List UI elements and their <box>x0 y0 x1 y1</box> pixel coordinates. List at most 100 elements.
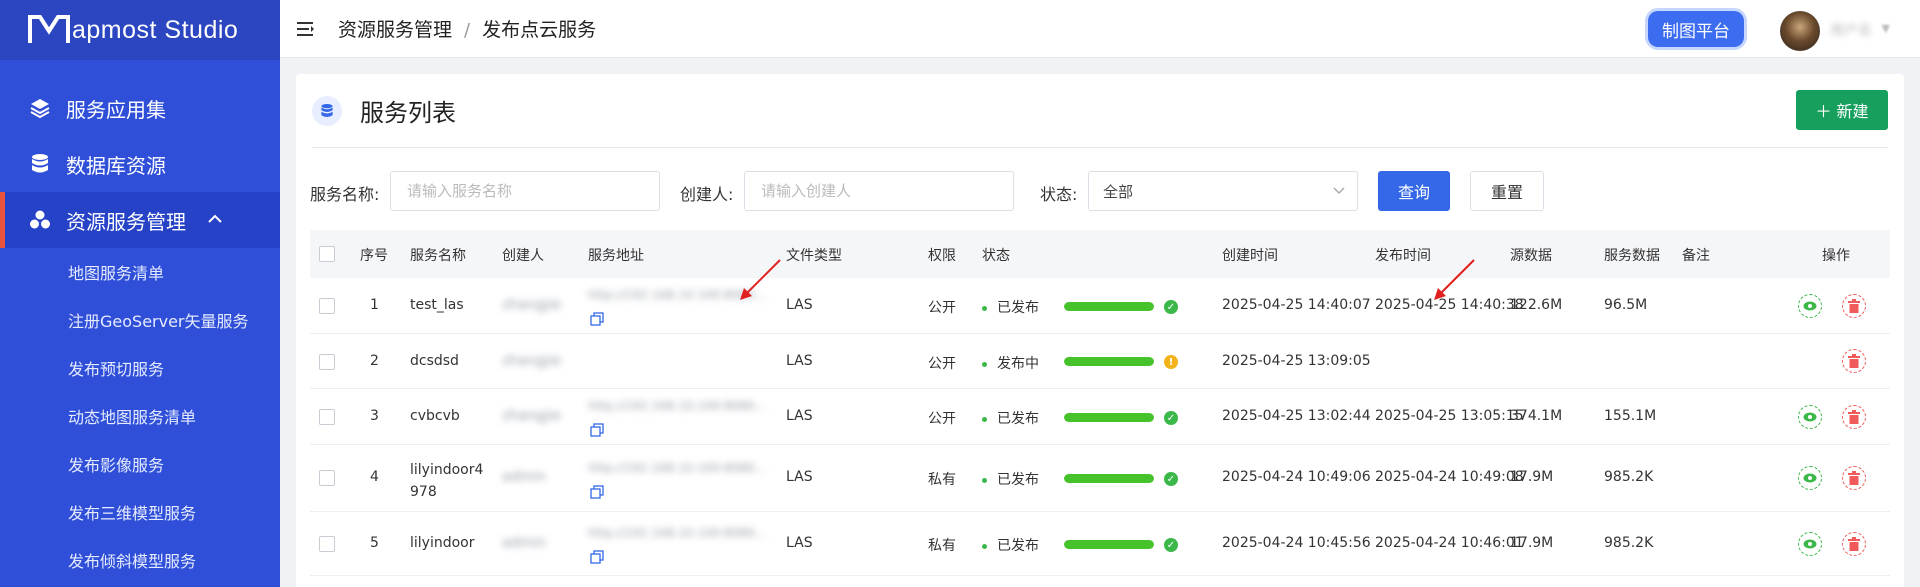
header-source-size: 源数据 <box>1510 248 1552 264</box>
row-checkbox[interactable] <box>319 298 335 314</box>
menu-toggle-icon[interactable] <box>296 19 316 39</box>
submenu-item[interactable]: 发布影像服务 <box>0 440 280 488</box>
filter-bar: 服务名称: 创建人: 状态: 全部 查询 重置 <box>310 171 1890 211</box>
service-table: 序号 服务名称 创建人 服务地址 文件类型 权限 状态 创建时间 发布时间 源数… <box>310 230 1890 576</box>
submenu-item[interactable]: 发布预切服务 <box>0 344 280 392</box>
progress-fill <box>1064 302 1154 311</box>
row-filetype: LAS <box>786 297 813 313</box>
eye-icon[interactable] <box>1798 466 1822 490</box>
progress-bar <box>1064 357 1154 366</box>
copy-icon[interactable] <box>590 550 604 564</box>
breadcrumb-item[interactable]: 资源服务管理 <box>338 19 452 41</box>
creator-input[interactable] <box>744 171 1014 211</box>
submenu-item[interactable]: 发布三维模型服务 <box>0 488 280 536</box>
trash-icon[interactable] <box>1842 532 1866 556</box>
row-creator: admin <box>502 469 546 485</box>
row-service-size: 985.2K <box>1604 535 1654 551</box>
database-icon <box>312 95 342 126</box>
trash-icon[interactable] <box>1842 294 1866 318</box>
header-actions: 操作 <box>1822 248 1850 264</box>
status-dot <box>982 361 987 367</box>
chevron-up-icon <box>208 212 222 228</box>
row-checkbox[interactable] <box>319 470 335 486</box>
submenu-item[interactable]: 动态地图服务清单 <box>0 392 280 440</box>
row-status: 发布中 <box>982 353 1039 373</box>
card-header: 服务列表 ＋ 新建 <box>312 74 1888 148</box>
row-address[interactable]: http://192.168.10.100:8080... <box>588 526 766 540</box>
row-status: 已发布 <box>982 469 1039 489</box>
table-row: 4 lilyindoor4978 admin http://192.168.10… <box>310 445 1890 512</box>
row-checkbox[interactable] <box>319 354 335 370</box>
sidebar-item-label: 数据库资源 <box>66 153 166 178</box>
header-note: 备注 <box>1682 248 1710 264</box>
sidebar-item-apps[interactable]: 服务应用集 <box>0 80 280 136</box>
layers-icon <box>28 96 52 120</box>
row-published: 2025-04-24 10:49:08 <box>1375 469 1524 485</box>
reset-button[interactable]: 重置 <box>1470 171 1544 211</box>
row-creator: zhangjie <box>502 408 561 424</box>
sidebar-item-resource-service[interactable]: 资源服务管理 <box>0 192 280 248</box>
row-checkbox[interactable] <box>319 409 335 425</box>
copy-icon[interactable] <box>590 485 604 499</box>
sidebar-item-database[interactable]: 数据库资源 <box>0 136 280 192</box>
copy-icon[interactable] <box>590 423 604 437</box>
header-filetype: 文件类型 <box>786 248 842 264</box>
service-list-card: 服务列表 ＋ 新建 服务名称: 创建人: 状态: 全部 查询 重置 序号 服务名… <box>296 74 1904 587</box>
row-name: dcsdsd <box>410 353 459 369</box>
row-index: 4 <box>370 469 379 485</box>
topbar: 资源服务管理 / 发布点云服务 制图平台 用户名 ▼ <box>280 0 1920 58</box>
breadcrumb: 资源服务管理 / 发布点云服务 <box>338 15 596 42</box>
eye-icon[interactable] <box>1798 405 1822 429</box>
service-name-input[interactable] <box>390 171 660 211</box>
row-index: 2 <box>370 353 379 369</box>
progress-bar <box>1064 474 1154 483</box>
row-created: 2025-04-24 10:49:06 <box>1222 469 1371 485</box>
row-source-size: 374.1M <box>1510 408 1563 424</box>
progress-bar <box>1064 540 1154 549</box>
progress-fill <box>1064 474 1154 483</box>
header-index: 序号 <box>360 248 388 264</box>
select-all-checkbox[interactable] <box>319 246 335 262</box>
username[interactable]: 用户名 <box>1830 20 1872 40</box>
eye-icon[interactable] <box>1798 532 1822 556</box>
row-permission: 私有 <box>928 472 956 488</box>
row-created: 2025-04-25 13:02:44 <box>1222 408 1371 424</box>
status-select[interactable]: 全部 <box>1088 171 1358 211</box>
logo[interactable]: apmost Studio <box>0 0 280 60</box>
header-creator: 创建人 <box>502 248 544 264</box>
submenu-item[interactable]: 注册GeoServer矢量服务 <box>0 296 280 344</box>
copy-icon[interactable] <box>590 312 604 326</box>
submenu: 地图服务清单 注册GeoServer矢量服务 发布预切服务 动态地图服务清单 发… <box>0 248 280 584</box>
breadcrumb-separator: / <box>464 20 471 41</box>
trash-icon[interactable] <box>1842 405 1866 429</box>
row-source-size: 17.9M <box>1510 535 1554 551</box>
trash-icon[interactable] <box>1842 349 1866 373</box>
row-name: cvbcvb <box>410 408 460 424</box>
submenu-item[interactable]: 地图服务清单 <box>0 248 280 296</box>
submenu-item[interactable]: 发布倾斜模型服务 <box>0 536 280 584</box>
new-button[interactable]: ＋ 新建 <box>1796 90 1888 130</box>
mapping-platform-button[interactable]: 制图平台 <box>1648 11 1744 47</box>
row-created: 2025-04-24 10:45:56 <box>1222 535 1371 551</box>
cubes-icon <box>28 208 52 232</box>
trash-icon[interactable] <box>1842 466 1866 490</box>
header-status: 状态 <box>982 248 1010 264</box>
header-permission: 权限 <box>928 248 956 264</box>
query-button[interactable]: 查询 <box>1378 171 1450 211</box>
row-checkbox[interactable] <box>319 536 335 552</box>
chevron-down-icon[interactable]: ▼ <box>1882 22 1890 35</box>
header-published: 发布时间 <box>1375 248 1431 264</box>
row-creator: zhangjie <box>502 353 561 369</box>
row-address[interactable]: http://192.168.10.100:8080... <box>588 399 766 413</box>
annotation-arrow-icon <box>740 259 781 300</box>
avatar[interactable] <box>1780 11 1820 51</box>
sidebar-menu: 服务应用集 数据库资源 资源服务管理 地图服务清单 注册GeoServer矢量服… <box>0 80 280 584</box>
row-published: 2025-04-25 13:05:15 <box>1375 408 1524 424</box>
row-published: 2025-04-24 10:46:01 <box>1375 535 1524 551</box>
header-created: 创建时间 <box>1222 248 1278 264</box>
row-status-text: 已发布 <box>997 300 1039 316</box>
eye-icon[interactable] <box>1798 294 1822 318</box>
row-permission: 私有 <box>928 538 956 554</box>
sidebar: apmost Studio 服务应用集 数据库资源 资源服务管理 地图服务清单 <box>0 0 280 587</box>
row-address[interactable]: http://192.168.10.100:8080... <box>588 461 766 475</box>
